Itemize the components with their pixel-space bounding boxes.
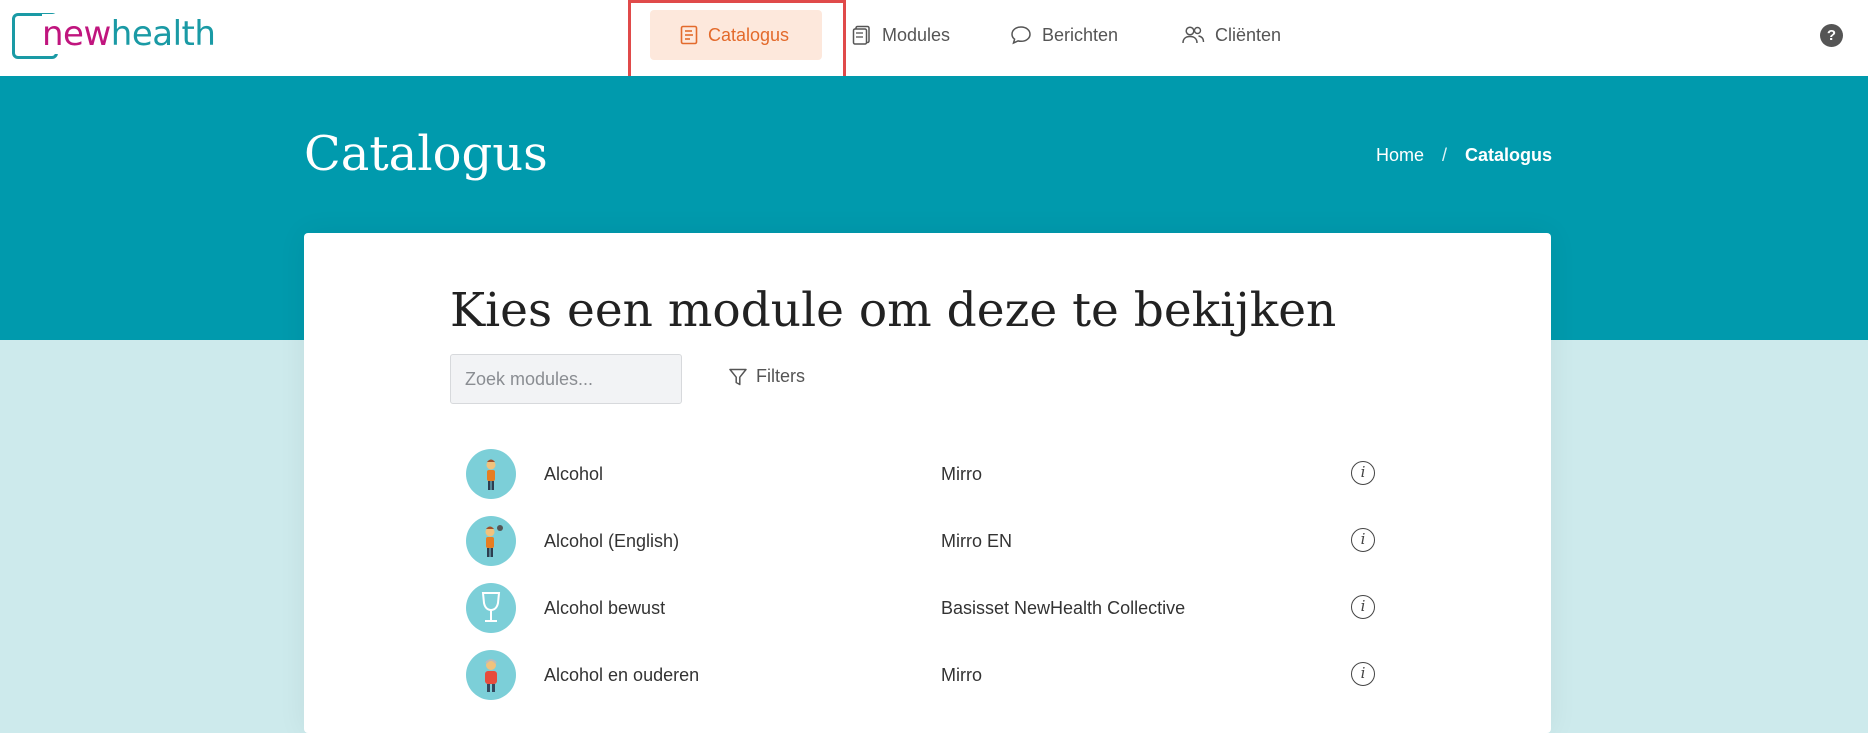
module-avatar-elderly-person-icon bbox=[466, 650, 516, 700]
module-avatar-person-icon bbox=[466, 449, 516, 499]
nav-item-clienten[interactable]: Cliënten bbox=[1181, 10, 1281, 60]
module-name[interactable]: Alcohol en ouderen bbox=[544, 665, 699, 686]
info-icon[interactable]: i bbox=[1351, 461, 1375, 485]
breadcrumb-current: Catalogus bbox=[1464, 145, 1552, 165]
help-icon[interactable]: ? bbox=[1820, 24, 1843, 47]
logo-text-new: new bbox=[42, 14, 111, 54]
module-avatar-person-icon bbox=[466, 516, 516, 566]
info-icon[interactable]: i bbox=[1351, 662, 1375, 686]
module-row[interactable]: Alcohol bewust Basisset NewHealth Collec… bbox=[466, 582, 1386, 634]
module-collection: Mirro bbox=[941, 463, 982, 484]
nav-item-modules[interactable]: Modules bbox=[852, 10, 950, 60]
nav-item-clienten-label: Cliënten bbox=[1215, 24, 1282, 45]
logo-text-health: health bbox=[110, 14, 216, 54]
logo-wordmark: newhealth bbox=[42, 14, 216, 54]
breadcrumb-home-link[interactable]: Home bbox=[1376, 145, 1424, 166]
module-collection: Basisset NewHealth Collective bbox=[941, 597, 1186, 618]
page-title: Catalogus bbox=[304, 126, 548, 182]
info-icon[interactable]: i bbox=[1351, 528, 1375, 552]
card-heading: Kies een module om deze te bekijken bbox=[450, 283, 1337, 338]
filters-label: Filters bbox=[756, 366, 805, 386]
module-catalog-card: Kies een module om deze te bekijken Filt… bbox=[304, 233, 1551, 733]
breadcrumb: Home / Catalogus bbox=[1376, 145, 1552, 166]
chat-bubble-icon bbox=[1011, 26, 1031, 45]
top-navigation-bar: newhealth Catalogus Modules Berichten Cl… bbox=[0, 0, 1868, 80]
module-name[interactable]: Alcohol bbox=[544, 464, 603, 485]
info-icon[interactable]: i bbox=[1351, 595, 1375, 619]
breadcrumb-separator: / bbox=[1441, 145, 1447, 165]
catalogus-highlight-box bbox=[628, 0, 846, 80]
search-input[interactable] bbox=[450, 354, 682, 404]
notebook-icon bbox=[852, 25, 870, 45]
module-row[interactable]: Alcohol (English) Mirro EN i bbox=[466, 515, 1386, 567]
module-row[interactable]: Alcohol Mirro i bbox=[466, 448, 1386, 500]
module-collection: Mirro EN bbox=[941, 530, 1012, 551]
nav-item-berichten[interactable]: Berichten bbox=[1010, 10, 1118, 60]
users-icon bbox=[1182, 26, 1205, 44]
module-collection: Mirro bbox=[941, 664, 982, 685]
filters-button[interactable]: Filters bbox=[728, 366, 805, 387]
nav-item-berichten-label: Berichten bbox=[1042, 24, 1119, 45]
module-name[interactable]: Alcohol (English) bbox=[544, 531, 679, 552]
module-row[interactable]: Alcohol en ouderen Mirro i bbox=[466, 649, 1386, 701]
module-avatar-wine-glass-icon bbox=[466, 583, 516, 633]
funnel-icon bbox=[729, 368, 747, 385]
newhealth-logo[interactable]: newhealth bbox=[12, 13, 216, 61]
module-name[interactable]: Alcohol bewust bbox=[544, 598, 665, 619]
nav-item-modules-label: Modules bbox=[882, 24, 951, 45]
